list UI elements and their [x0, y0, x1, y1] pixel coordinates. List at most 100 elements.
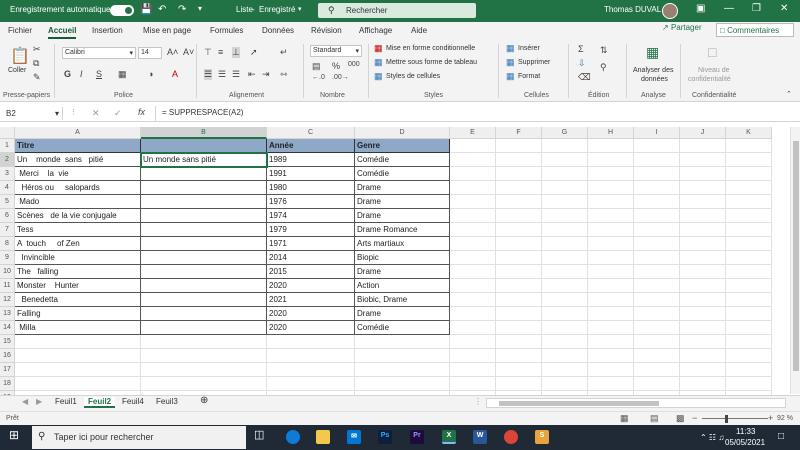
font-color-icon[interactable]: A [172, 69, 178, 79]
row-header[interactable]: 17 [0, 363, 15, 377]
cell[interactable]: Monster Hunter [15, 279, 141, 293]
cell[interactable] [634, 321, 680, 335]
cell[interactable] [726, 237, 772, 251]
cell[interactable]: Benedetta [15, 293, 141, 307]
row-header[interactable]: 18 [0, 377, 15, 391]
cell[interactable] [634, 209, 680, 223]
cell[interactable] [542, 209, 588, 223]
cell[interactable]: 1979 [267, 223, 355, 237]
cell[interactable]: Drame [355, 307, 450, 321]
analyze-data-icon[interactable]: ▦ [646, 44, 659, 61]
row-header[interactable]: 13 [0, 307, 15, 321]
row-header[interactable]: 14 [0, 321, 15, 335]
share-button[interactable]: ↗ Partager [662, 23, 702, 32]
tab-revision[interactable]: Révision [311, 26, 342, 35]
cell[interactable]: 2021 [267, 293, 355, 307]
cell[interactable]: Héros ou salopards [15, 181, 141, 195]
cell[interactable] [726, 335, 772, 349]
cell[interactable] [588, 307, 634, 321]
cell[interactable]: 1976 [267, 195, 355, 209]
cell[interactable] [15, 377, 141, 391]
align-center-icon[interactable]: ☰ [218, 69, 226, 80]
cell[interactable] [588, 363, 634, 377]
analyze-data-label-2[interactable]: données [641, 76, 668, 83]
cell[interactable] [588, 251, 634, 265]
cell[interactable] [634, 335, 680, 349]
cell[interactable]: 2020 [267, 321, 355, 335]
cell[interactable] [542, 153, 588, 167]
cell[interactable] [542, 139, 588, 153]
copy-icon[interactable]: ⧉ [33, 58, 39, 69]
cell[interactable] [450, 265, 496, 279]
cell[interactable] [267, 349, 355, 363]
cell[interactable]: Drame [355, 209, 450, 223]
cell[interactable] [726, 209, 772, 223]
zoom-in-icon[interactable]: + [768, 413, 773, 423]
cell[interactable]: 2020 [267, 279, 355, 293]
analyze-data-label-1[interactable]: Analyser des [633, 67, 673, 74]
cell[interactable] [680, 167, 726, 181]
cell[interactable]: 1974 [267, 209, 355, 223]
cell[interactable] [141, 335, 267, 349]
cell[interactable]: The falling [15, 265, 141, 279]
confirm-icon[interactable]: ✓ [114, 108, 122, 119]
cell[interactable] [450, 279, 496, 293]
prev-sheet-icon[interactable]: ◀ [22, 397, 28, 406]
zoom-slider-handle[interactable] [725, 415, 728, 423]
task-view-icon[interactable]: ◫ [254, 428, 264, 441]
cell[interactable] [588, 139, 634, 153]
underline-button[interactable]: S [96, 69, 102, 79]
cell[interactable] [680, 349, 726, 363]
cell[interactable] [496, 321, 542, 335]
redo-icon[interactable]: ↷ [178, 4, 186, 15]
cell[interactable] [496, 181, 542, 195]
cell[interactable] [450, 223, 496, 237]
cell[interactable]: Mado [15, 195, 141, 209]
cell[interactable] [726, 363, 772, 377]
cell[interactable]: Comédie [355, 167, 450, 181]
cell[interactable] [141, 307, 267, 321]
tab-aide[interactable]: Aide [411, 26, 427, 35]
cell[interactable] [542, 363, 588, 377]
row-header[interactable]: 15 [0, 335, 15, 349]
cell[interactable] [680, 335, 726, 349]
cell[interactable] [496, 377, 542, 391]
cell[interactable]: Comédie [355, 321, 450, 335]
cell[interactable] [726, 251, 772, 265]
sheet-tab-feuil4[interactable]: Feuil4 [122, 397, 144, 406]
font-size-select[interactable]: 14 [138, 47, 162, 59]
cell[interactable] [141, 279, 267, 293]
cell[interactable] [496, 237, 542, 251]
close-icon[interactable]: ✕ [780, 3, 788, 14]
cell[interactable] [450, 307, 496, 321]
cell[interactable] [355, 377, 450, 391]
align-middle-icon[interactable]: ≡ [218, 47, 223, 57]
cell[interactable]: Drame [355, 195, 450, 209]
cell[interactable] [542, 293, 588, 307]
cell[interactable]: 2014 [267, 251, 355, 265]
cell[interactable] [542, 181, 588, 195]
page-break-icon[interactable]: ▩ [676, 413, 685, 424]
cell[interactable]: Genre [355, 139, 450, 153]
cell[interactable] [680, 209, 726, 223]
cut-icon[interactable]: ✂ [33, 44, 41, 55]
cell[interactable]: Arts martiaux [355, 237, 450, 251]
cell[interactable]: Drame [355, 265, 450, 279]
cell[interactable] [588, 195, 634, 209]
align-right-icon[interactable]: ☰ [232, 69, 240, 80]
cell[interactable] [496, 265, 542, 279]
zoom-slider[interactable] [702, 418, 768, 419]
next-sheet-icon[interactable]: ▶ [36, 397, 42, 406]
cell[interactable]: 1971 [267, 237, 355, 251]
vertical-scrollbar[interactable] [790, 127, 800, 394]
cell[interactable]: Falling [15, 307, 141, 321]
fx-button[interactable]: fx [138, 107, 145, 117]
merge-center-icon[interactable]: ⇿ [280, 69, 288, 80]
cell[interactable] [141, 377, 267, 391]
sheet-tab-feuil2[interactable]: Feuil2 [84, 397, 116, 408]
find-select-icon[interactable]: ⚲ [600, 62, 607, 73]
cell[interactable] [726, 293, 772, 307]
excel-icon[interactable]: X [442, 430, 456, 444]
column-header-i[interactable]: I [634, 127, 680, 139]
wrap-text-icon[interactable]: ↵ [280, 47, 288, 58]
